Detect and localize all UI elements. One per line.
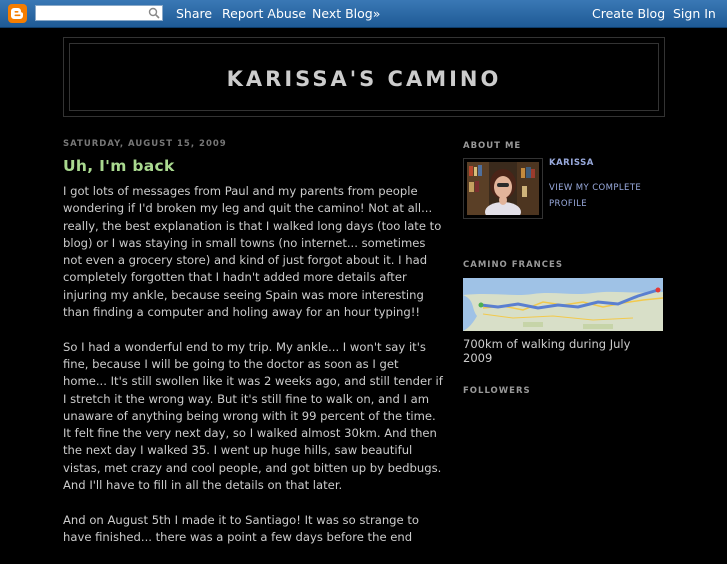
post-paragraph: So I had a wonderful end to my trip. My … <box>63 339 443 493</box>
share-link[interactable]: Share <box>176 6 212 21</box>
post-title[interactable]: Uh, I'm back <box>63 157 443 175</box>
create-blog-link[interactable]: Create Blog <box>592 6 665 21</box>
profile-photo[interactable] <box>463 158 543 219</box>
main-column: SATURDAY, AUGUST 15, 2009 Uh, I'm back I… <box>63 139 443 564</box>
post-body: I got lots of messages from Paul and my … <box>63 183 443 546</box>
map-caption: 700km of walking during July 2009 <box>463 337 631 365</box>
next-blog-link[interactable]: Next Blog» <box>312 6 380 21</box>
sign-in-link[interactable]: Sign In <box>673 6 716 21</box>
report-abuse-link[interactable]: Report Abuse <box>222 6 306 21</box>
camino-frances-heading: CAMINO FRANCES <box>463 260 563 270</box>
camino-map-image[interactable] <box>463 278 663 331</box>
post-paragraph: And on August 5th I made it to Santiago!… <box>63 512 419 544</box>
search-input[interactable] <box>36 7 148 22</box>
about-me-heading: ABOUT ME <box>463 141 522 151</box>
profile-name[interactable]: KARISSA <box>549 158 594 168</box>
view-profile-link[interactable]: VIEW MY COMPLETE PROFILE <box>549 180 659 212</box>
blogger-navbar: Share Report Abuse Next Blog» Create Blo… <box>0 0 727 28</box>
blogger-logo-icon[interactable] <box>8 4 27 23</box>
search-box <box>35 5 163 22</box>
post-paragraph: I got lots of messages from Paul and my … <box>63 184 442 320</box>
search-icon[interactable] <box>148 7 160 22</box>
blog-title[interactable]: KARISSA'S CAMINO <box>70 67 658 91</box>
blog-header-inner: KARISSA'S CAMINO <box>69 43 659 111</box>
post-date: SATURDAY, AUGUST 15, 2009 <box>63 139 227 149</box>
blog-header: KARISSA'S CAMINO <box>63 37 665 117</box>
followers-heading: FOLLOWERS <box>463 386 531 396</box>
